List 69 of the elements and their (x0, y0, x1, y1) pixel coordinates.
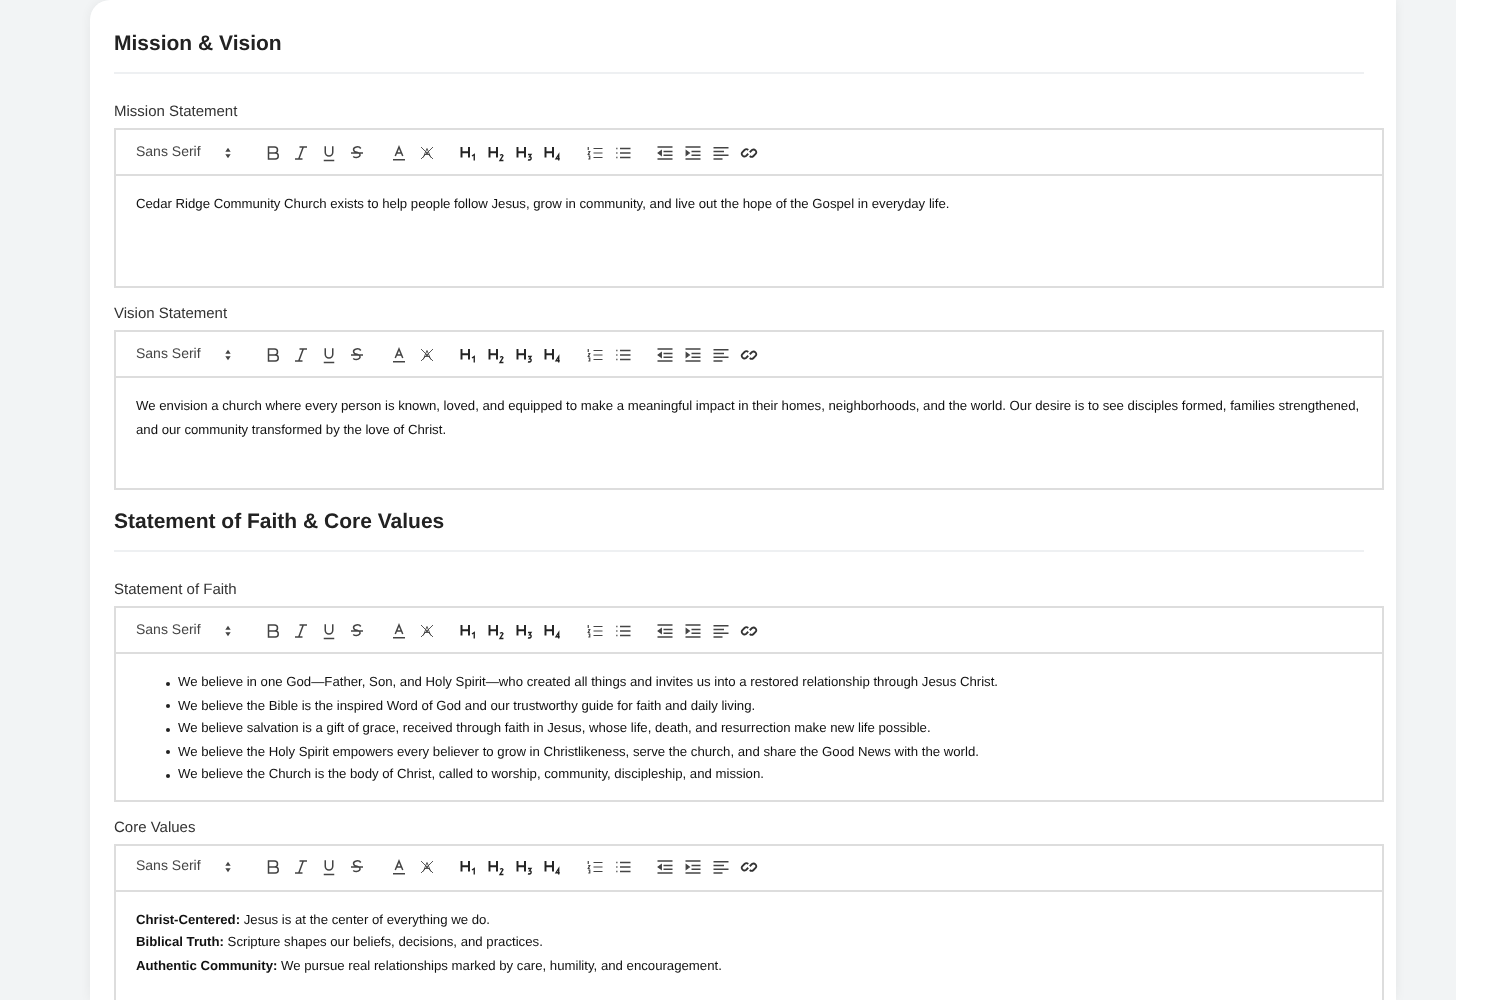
numbered-list-icon[interactable] (586, 858, 605, 876)
underline-icon[interactable] (320, 143, 339, 161)
text-color-icon[interactable] (390, 858, 409, 876)
bullet-list-icon[interactable] (614, 143, 633, 161)
italic-icon[interactable] (292, 858, 311, 876)
updown-arrow-icon (224, 145, 233, 159)
numbered-list-icon[interactable] (586, 345, 605, 363)
indent-icon[interactable] (684, 858, 703, 876)
bold-icon[interactable] (264, 858, 283, 876)
heading-one-icon[interactable] (460, 621, 479, 639)
text-color-icon[interactable] (390, 621, 409, 639)
heading-one-icon[interactable] (460, 143, 479, 161)
text-color-icon[interactable] (390, 345, 409, 363)
heading-three-icon[interactable] (516, 621, 535, 639)
text-editor[interactable] (114, 606, 1384, 801)
updown-arrow-icon (224, 347, 233, 361)
align-icon[interactable] (712, 621, 731, 639)
strikethrough-icon[interactable] (348, 345, 367, 363)
indent-icon[interactable] (684, 621, 703, 639)
link-icon[interactable] (740, 143, 759, 161)
italic-icon[interactable] (292, 143, 311, 161)
strikethrough-icon[interactable] (348, 621, 367, 639)
heading-two-icon[interactable] (488, 858, 507, 876)
italic-icon[interactable] (292, 345, 311, 363)
link-icon[interactable] (740, 345, 759, 363)
align-icon[interactable] (712, 143, 731, 161)
heading-two-icon[interactable] (488, 345, 507, 363)
text-color-icon[interactable] (390, 143, 409, 161)
bold-icon[interactable] (264, 345, 283, 363)
link-icon[interactable] (740, 621, 759, 639)
bold-icon[interactable] (264, 143, 283, 161)
indent-icon[interactable] (684, 345, 703, 363)
outdent-icon[interactable] (656, 143, 675, 161)
section-heading: Statement of Faith & Core Values (114, 490, 1364, 552)
heading-one-icon[interactable] (460, 858, 479, 876)
section-heading: Mission & Vision (114, 12, 1364, 74)
bullet-list-icon[interactable] (614, 621, 633, 639)
outdent-icon[interactable] (656, 345, 675, 363)
italic-icon[interactable] (292, 621, 311, 639)
heading-three-icon[interactable] (516, 143, 535, 161)
heading-one-icon[interactable] (460, 345, 479, 363)
bold-icon[interactable] (264, 621, 283, 639)
align-icon[interactable] (712, 345, 731, 363)
heading-two-icon[interactable] (488, 621, 507, 639)
outdent-icon[interactable] (656, 858, 675, 876)
updown-arrow-icon (224, 860, 233, 874)
align-icon[interactable] (712, 858, 731, 876)
indent-icon[interactable] (684, 143, 703, 161)
heading-four-icon[interactable] (544, 858, 563, 876)
text-editor[interactable] (114, 330, 1384, 490)
strikethrough-icon[interactable] (348, 143, 367, 161)
heading-two-icon[interactable] (488, 143, 507, 161)
text-editor[interactable] (114, 843, 1384, 1000)
numbered-list-icon[interactable] (586, 621, 605, 639)
bullet-list-icon[interactable] (614, 345, 633, 363)
underline-icon[interactable] (320, 345, 339, 363)
heading-three-icon[interactable] (516, 345, 535, 363)
strikethrough-icon[interactable] (348, 858, 367, 876)
updown-arrow-icon (224, 623, 233, 637)
heading-four-icon[interactable] (544, 143, 563, 161)
link-icon[interactable] (740, 858, 759, 876)
underline-icon[interactable] (320, 858, 339, 876)
outdent-icon[interactable] (656, 621, 675, 639)
heading-four-icon[interactable] (544, 621, 563, 639)
underline-icon[interactable] (320, 621, 339, 639)
bullet-list-icon[interactable] (614, 858, 633, 876)
numbered-list-icon[interactable] (586, 143, 605, 161)
heading-four-icon[interactable] (544, 345, 563, 363)
heading-three-icon[interactable] (516, 858, 535, 876)
